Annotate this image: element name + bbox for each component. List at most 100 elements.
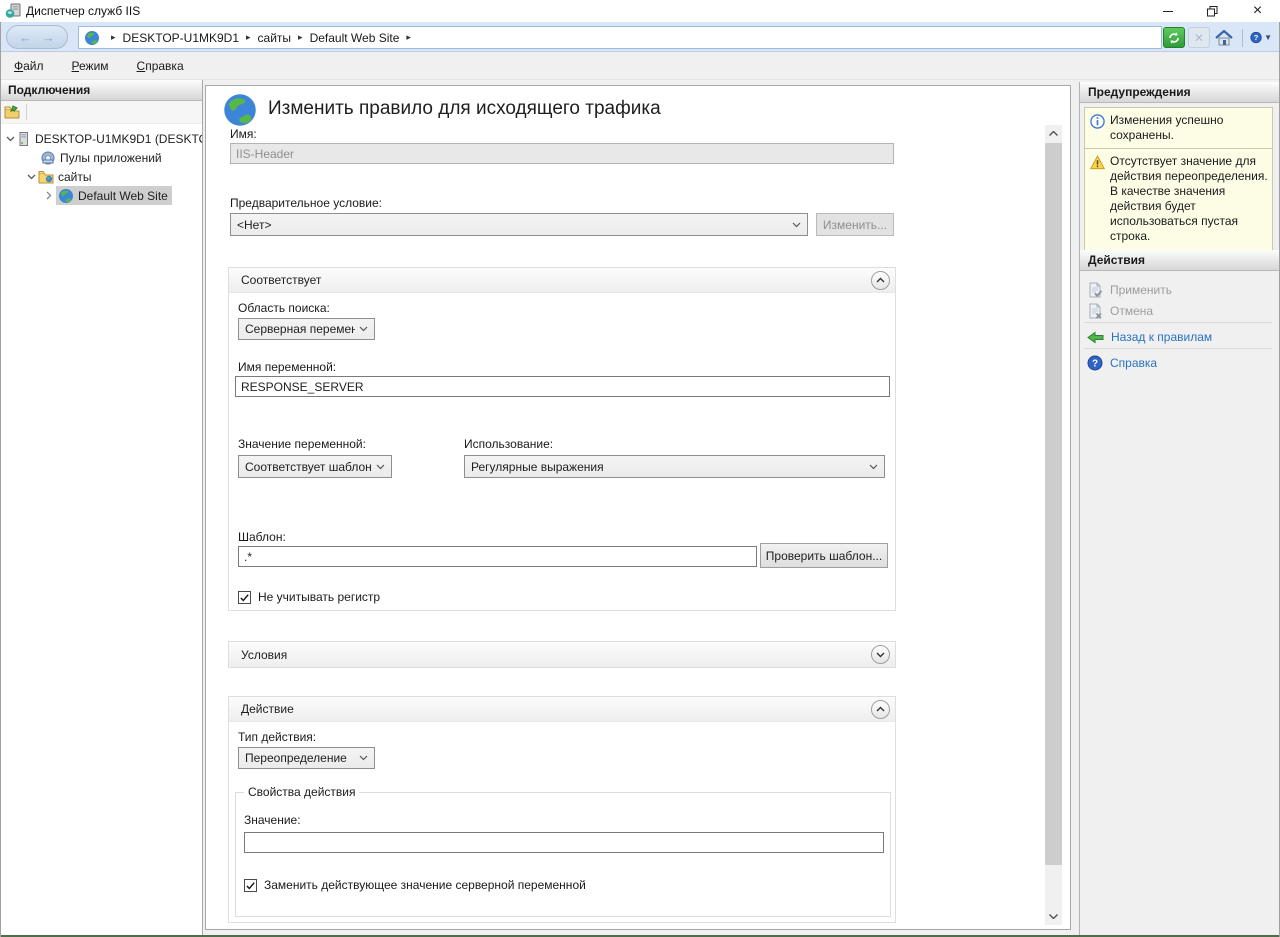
selected-tree-item[interactable]: Default Web Site — [56, 186, 172, 205]
tree-item-label: Default Web Site — [78, 189, 168, 203]
apply-icon — [1087, 282, 1103, 298]
back-to-rules-label: Назад к правилам — [1111, 330, 1212, 344]
help-action[interactable]: ? Справка — [1087, 353, 1157, 373]
value-input[interactable] — [244, 832, 884, 853]
window-left-border — [0, 22, 1, 937]
tree-item-sites[interactable]: сайты — [0, 167, 202, 186]
tree-item-server[interactable]: DESKTOP-U1MK9D1 (DESKTOP — [0, 129, 202, 148]
scope-select[interactable]: Серверная переменн — [238, 318, 375, 340]
back-icon[interactable]: ← — [19, 30, 32, 45]
restore-button[interactable] — [1190, 0, 1235, 22]
usage-label: Использование: — [464, 437, 553, 451]
breadcrumb-arrow-icon: ▸ — [406, 32, 411, 43]
tree-item-label: сайты — [58, 170, 92, 184]
chevron-down-icon — [372, 464, 391, 470]
action-properties-legend: Свойства действия — [244, 785, 359, 799]
usage-select[interactable]: Регулярные выражения — [464, 455, 885, 478]
svg-text:?: ? — [1254, 33, 1259, 42]
scrollbar-thumb[interactable] — [1045, 143, 1062, 865]
minimize-button[interactable] — [1145, 0, 1190, 22]
action-properties-group: Свойства действия Значение: Заменить дей… — [235, 792, 891, 917]
actions-header: Действия — [1080, 250, 1280, 271]
chevron-down-icon — [865, 464, 884, 470]
svg-text:?: ? — [1092, 359, 1098, 370]
breadcrumb-default-web-site[interactable]: Default Web Site — [310, 31, 400, 45]
address-bar: ← → ▸ DESKTOP-U1MK9D1 ▸ сайты ▸ Default … — [0, 22, 1280, 52]
expand-section-button[interactable] — [871, 645, 890, 664]
pattern-input[interactable] — [238, 546, 757, 567]
info-message: Изменения успешно сохранены. — [1084, 107, 1273, 150]
precondition-select[interactable]: <Нет> — [230, 213, 808, 236]
variable-name-input[interactable] — [235, 376, 890, 397]
warning-message-text: Отсутствует значение для действия переоп… — [1110, 154, 1269, 244]
collapse-section-button[interactable] — [871, 271, 890, 290]
test-pattern-button[interactable]: Проверить шаблон... — [760, 543, 888, 568]
value-label: Значение: — [244, 813, 301, 827]
menu-bar: Файл Режим Справка — [0, 52, 1280, 80]
menu-view[interactable]: Режим — [72, 59, 109, 73]
vertical-scrollbar[interactable] — [1045, 125, 1062, 925]
breadcrumb-arrow-icon: ▸ — [246, 32, 251, 43]
scope-label: Область поиска: — [238, 301, 330, 315]
replace-value-checkbox[interactable] — [244, 879, 257, 892]
forward-icon[interactable]: → — [42, 30, 55, 45]
edit-outbound-rule-page: Изменить правило для исходящего трафика … — [205, 85, 1071, 930]
outbound-rule-icon — [222, 92, 258, 128]
action-section: Действие Тип действия: Переопределение С… — [228, 696, 896, 923]
actions-divider — [1084, 322, 1272, 323]
cancel-icon — [1087, 303, 1103, 319]
breadcrumb-arrow-icon: ▸ — [298, 32, 303, 43]
chevron-up-icon — [876, 277, 885, 283]
ignore-case-checkbox[interactable] — [238, 591, 251, 604]
breadcrumb-server[interactable]: DESKTOP-U1MK9D1 — [123, 31, 239, 45]
tree-item-default-web-site[interactable]: Default Web Site — [0, 186, 202, 205]
conditions-section-title: Условия — [241, 648, 287, 662]
chevron-down-icon — [355, 326, 374, 332]
menu-file[interactable]: Файл — [14, 59, 44, 73]
connections-pane: Подключения DESKTOP-U1MK9D1 (DESKTOP — [0, 80, 203, 935]
globe-icon — [84, 30, 100, 46]
breadcrumb-sites[interactable]: сайты — [258, 31, 292, 45]
back-to-rules-action[interactable]: Назад к правилам — [1087, 327, 1212, 347]
variable-value-select[interactable]: Соответствует шаблону — [238, 455, 392, 478]
page-title: Изменить правило для исходящего трафика — [268, 98, 661, 120]
server-icon — [15, 131, 31, 147]
ignore-case-row: Не учитывать регистр — [238, 590, 380, 604]
info-icon — [1090, 114, 1105, 129]
edit-precondition-button: Изменить... — [816, 213, 894, 236]
stop-x-icon: ✕ — [1194, 31, 1204, 45]
tree-item-app-pools[interactable]: Пулы приложений — [0, 148, 202, 167]
close-button[interactable]: × — [1235, 0, 1280, 22]
chevron-collapsed-icon[interactable] — [42, 191, 56, 200]
action-type-label: Тип действия: — [238, 730, 316, 744]
action-type-select[interactable]: Переопределение — [238, 747, 375, 769]
chevron-expanded-icon[interactable] — [24, 174, 38, 180]
refresh-button[interactable] — [1163, 27, 1185, 48]
name-label: Имя: — [230, 127, 257, 141]
refresh-icon — [1167, 31, 1181, 45]
tree-item-label: DESKTOP-U1MK9D1 (DESKTOP — [35, 132, 202, 146]
iis-app-icon — [5, 3, 21, 19]
pattern-label: Шаблон: — [238, 530, 286, 544]
collapse-section-button[interactable] — [871, 700, 890, 719]
chevron-expanded-icon[interactable] — [6, 136, 15, 142]
toolbar-divider — [1242, 29, 1243, 47]
name-input — [230, 143, 894, 164]
scroll-down-button[interactable] — [1045, 908, 1062, 925]
cancel-action: Отмена — [1087, 301, 1153, 321]
help-button[interactable]: ? ▼ — [1250, 27, 1272, 48]
toolbar-divider — [26, 104, 27, 120]
navigation-buttons: ← → — [6, 25, 68, 49]
cancel-label: Отмена — [1110, 304, 1153, 318]
checkmark-icon — [239, 592, 250, 603]
home-button[interactable] — [1213, 27, 1235, 48]
connections-toolbar — [0, 101, 202, 124]
chevron-up-icon — [1049, 131, 1058, 136]
breadcrumb[interactable]: ▸ DESKTOP-U1MK9D1 ▸ сайты ▸ Default Web … — [78, 26, 1162, 49]
chevron-up-icon — [876, 706, 885, 712]
menu-help[interactable]: Справка — [137, 59, 184, 73]
replace-value-label: Заменить действующее значение серверной … — [264, 878, 586, 892]
save-connection-icon[interactable] — [4, 104, 20, 120]
replace-value-row: Заменить действующее значение серверной … — [244, 878, 586, 892]
scroll-up-button[interactable] — [1045, 125, 1062, 142]
